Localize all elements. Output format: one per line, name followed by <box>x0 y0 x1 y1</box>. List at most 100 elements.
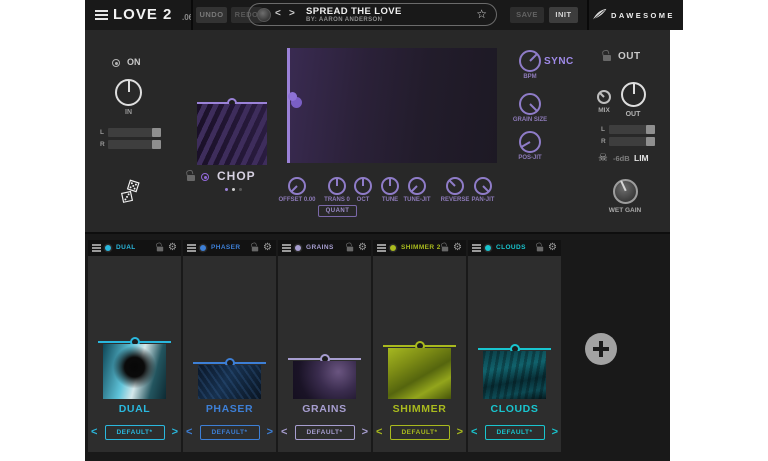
preset-browser[interactable]: < > SPREAD THE LOVE BY: AARON ANDERSON ☆ <box>248 3 497 26</box>
bpm-knob[interactable] <box>519 50 541 72</box>
effect-menu-icon[interactable] <box>282 244 291 252</box>
save-button[interactable]: SAVE <box>510 7 544 23</box>
effect-on-led[interactable] <box>105 245 111 251</box>
preset-selector[interactable]: DEFAULT* <box>200 425 260 440</box>
plugin-logo: LOVE 2 <box>113 6 172 23</box>
preset-selector[interactable]: DEFAULT* <box>295 425 355 440</box>
effect-menu-icon[interactable] <box>472 244 481 252</box>
effect-menu-icon[interactable] <box>187 244 196 252</box>
effect-thumbnail[interactable] <box>198 365 261 399</box>
effect-on-led[interactable] <box>200 245 206 251</box>
effects-rack: DUAL ⚙ DUAL < DEFAULT* > PHASER <box>85 232 670 461</box>
quant-toggle[interactable]: QUANT <box>318 205 357 217</box>
out-gain-knob[interactable] <box>621 82 646 107</box>
prev-preset-button[interactable]: < <box>275 8 281 19</box>
gear-icon[interactable]: ⚙ <box>453 243 462 253</box>
preset-selector[interactable]: DEFAULT* <box>390 425 450 440</box>
input-on-led[interactable] <box>112 59 120 67</box>
prev-preset-button[interactable]: < <box>281 426 287 438</box>
titlebar-divider <box>191 0 193 30</box>
output-meter-left[interactable]: L <box>609 125 655 134</box>
effect-on-led[interactable] <box>485 245 491 251</box>
effect-menu-icon[interactable] <box>92 244 101 252</box>
next-preset-button[interactable]: > <box>552 426 558 438</box>
sync-label[interactable]: SYNC <box>544 56 574 67</box>
preset-author: BY: AARON ANDERSON <box>306 17 382 23</box>
gear-icon[interactable]: ⚙ <box>548 243 557 253</box>
prev-preset-button[interactable]: < <box>91 426 97 438</box>
effect-header[interactable]: DUAL ⚙ <box>88 240 181 256</box>
chop-lock-icon[interactable] <box>187 175 195 181</box>
page-dot[interactable] <box>239 188 242 191</box>
titlebar: LOVE 2 .06 UNDO REDO < > SPREAD THE LOVE… <box>85 0 683 30</box>
effect-slot-clouds: CLOUDS ⚙ CLOUDS < DEFAULT* > <box>468 240 561 452</box>
prev-preset-button[interactable]: < <box>471 426 477 438</box>
next-preset-button[interactable]: > <box>172 426 178 438</box>
on-label: ON <box>127 57 141 67</box>
effect-thumbnail[interactable] <box>388 348 451 399</box>
page-dot[interactable] <box>232 188 235 191</box>
next-preset-button[interactable]: > <box>362 426 368 438</box>
effect-thumbnail[interactable] <box>293 361 356 399</box>
gear-icon[interactable]: ⚙ <box>168 243 177 253</box>
lock-icon[interactable] <box>252 247 258 252</box>
tune-knob[interactable] <box>381 177 399 195</box>
grain-marker-icon[interactable] <box>288 92 302 108</box>
lock-icon[interactable] <box>537 247 543 252</box>
effect-header[interactable]: CLOUDS ⚙ <box>468 240 561 256</box>
waveform-display[interactable] <box>287 48 497 163</box>
offset-label: OFFSET 0.00 <box>275 197 319 203</box>
gear-icon[interactable]: ⚙ <box>358 243 367 253</box>
page-dot[interactable] <box>225 188 228 191</box>
lock-icon[interactable] <box>442 247 448 252</box>
effect-thumbnail[interactable] <box>483 351 546 399</box>
next-preset-button[interactable]: > <box>457 426 463 438</box>
output-meter-right[interactable]: R <box>609 137 655 146</box>
effect-menu-icon[interactable] <box>377 244 386 252</box>
preset-selector[interactable]: DEFAULT* <box>485 425 545 440</box>
tune-jit-knob[interactable] <box>408 177 426 195</box>
mix-knob[interactable] <box>597 90 611 104</box>
effect-title: PHASER <box>183 403 276 415</box>
effect-on-led[interactable] <box>295 245 301 251</box>
effect-header[interactable]: SHIMMER 2 ⚙ <box>373 240 466 256</box>
limiter-label[interactable]: LIM <box>634 153 649 163</box>
wet-gain-knob[interactable] <box>613 179 638 204</box>
lock-icon[interactable] <box>157 247 163 252</box>
browse-knob-icon[interactable] <box>257 8 271 22</box>
lock-icon[interactable] <box>347 247 353 252</box>
chop-label: CHOP <box>217 169 256 183</box>
trans-knob[interactable] <box>328 177 346 195</box>
effect-title: DUAL <box>88 403 181 415</box>
preset-title[interactable]: SPREAD THE LOVE <box>306 6 402 17</box>
next-preset-button[interactable]: > <box>267 426 273 438</box>
effect-on-led[interactable] <box>390 245 396 251</box>
reverse-knob[interactable] <box>446 177 464 195</box>
grain-size-knob[interactable] <box>519 93 541 115</box>
effect-thumbnail[interactable] <box>103 344 166 399</box>
chop-source-thumbnail[interactable] <box>197 104 267 165</box>
chop-on-led[interactable] <box>201 173 209 181</box>
main-menu-icon[interactable] <box>95 10 108 21</box>
oct-knob[interactable] <box>354 177 372 195</box>
next-preset-button[interactable]: > <box>289 8 295 19</box>
offset-knob[interactable] <box>288 177 306 195</box>
out-lock-icon[interactable] <box>603 55 611 61</box>
input-gain-knob[interactable] <box>115 79 142 106</box>
add-effect-button[interactable] <box>585 333 617 365</box>
main-panel: ON IN L R ⚄ ⚂ CHOP <box>85 30 670 461</box>
init-button[interactable]: INIT <box>549 7 578 23</box>
prev-preset-button[interactable]: < <box>376 426 382 438</box>
prev-preset-button[interactable]: < <box>186 426 192 438</box>
effect-header[interactable]: GRAINS ⚙ <box>278 240 371 256</box>
undo-button[interactable]: UNDO <box>196 7 227 23</box>
input-meter-left[interactable]: L <box>108 128 161 137</box>
gear-icon[interactable]: ⚙ <box>263 243 272 253</box>
favorite-star-icon[interactable]: ☆ <box>476 7 487 21</box>
effect-header[interactable]: PHASER ⚙ <box>183 240 276 256</box>
pos-jit-knob[interactable] <box>519 131 541 153</box>
input-meter-right[interactable]: R <box>108 140 161 149</box>
dice-randomize-icon[interactable]: ⚄ ⚂ <box>121 180 147 208</box>
pan-jit-knob[interactable] <box>474 177 492 195</box>
preset-selector[interactable]: DEFAULT* <box>105 425 165 440</box>
